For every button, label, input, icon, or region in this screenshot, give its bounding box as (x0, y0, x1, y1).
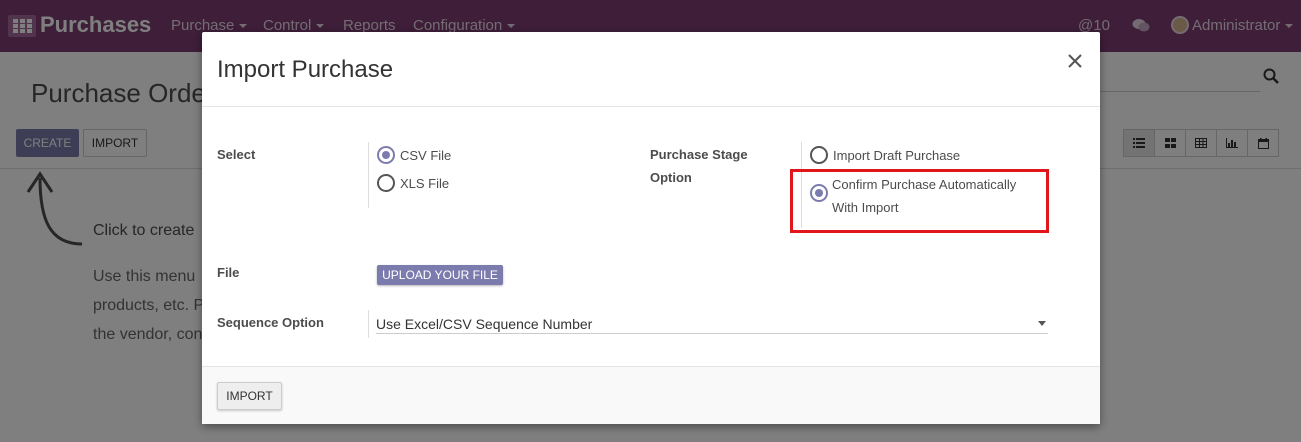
dialog-footer: IMPORT (202, 366, 1100, 424)
radio-unchecked-icon (377, 174, 395, 192)
field-separator (368, 310, 369, 338)
select-label: Select (217, 147, 256, 162)
sequence-option-value: Use Excel/CSV Sequence Number (376, 316, 593, 332)
sequence-option-label: Sequence Option (217, 315, 324, 330)
dialog-title: Import Purchase (217, 56, 394, 83)
import-draft-purchase-radio[interactable]: Import Draft Purchase (810, 146, 960, 167)
upload-file-button[interactable]: UPLOAD YOUR FILE (377, 265, 503, 285)
import-draft-purchase-label: Import Draft Purchase (833, 148, 961, 163)
field-separator (368, 142, 369, 208)
csv-file-label: CSV File (400, 148, 452, 163)
xls-file-radio[interactable]: XLS File (377, 174, 449, 195)
xls-file-label: XLS File (400, 176, 450, 191)
dialog-header: Import Purchase (202, 32, 1100, 107)
stage-label-line2: Option (650, 170, 692, 185)
highlight-annotation (790, 169, 1049, 233)
import-purchase-dialog: Import Purchase Select CSV File XLS File… (202, 32, 1100, 424)
radio-checked-icon (377, 146, 395, 164)
file-label: File (217, 265, 240, 280)
radio-unchecked-icon (810, 146, 828, 164)
stage-label-line1: Purchase Stage (650, 147, 748, 162)
import-submit-button[interactable]: IMPORT (217, 382, 282, 410)
sequence-option-select[interactable]: Use Excel/CSV Sequence Number (376, 314, 1048, 334)
chevron-down-icon (1038, 321, 1046, 326)
close-icon[interactable] (1066, 52, 1084, 70)
csv-file-radio[interactable]: CSV File (377, 146, 451, 167)
